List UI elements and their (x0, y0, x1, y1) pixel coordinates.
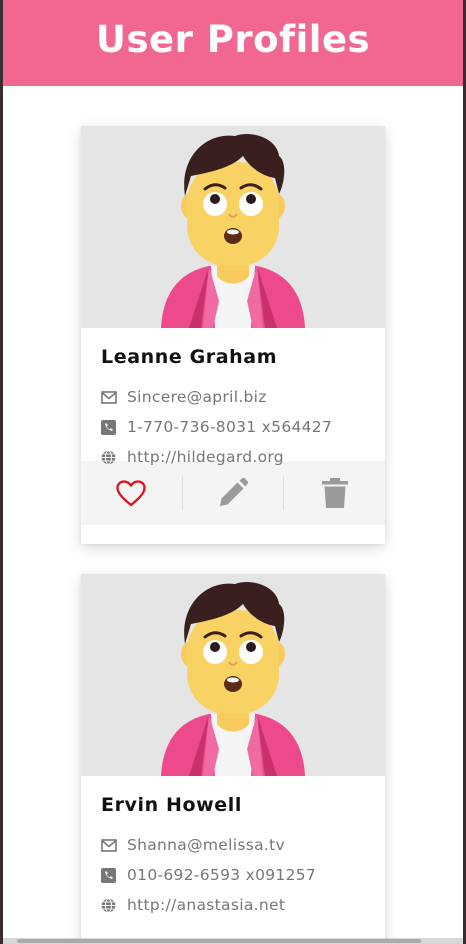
trash-icon (321, 478, 348, 508)
email-row: Sincere@april.biz (101, 382, 365, 412)
user-card: Ervin Howell Shanna@melissa.tv 010-692-6… (81, 574, 385, 944)
phone-icon (101, 419, 127, 435)
email-text[interactable]: Shanna@melissa.tv (127, 836, 285, 854)
page-viewport: User Profiles Leanne Graham Sincere@apri… (3, 0, 463, 944)
horizontal-scrollbar[interactable] (3, 938, 463, 944)
avatar (81, 574, 385, 776)
avatar-illustration (161, 134, 305, 328)
user-name: Ervin Howell (101, 794, 243, 816)
phone-text: 010-692-6593 x091257 (127, 866, 317, 884)
user-card: Leanne Graham Sincere@april.biz 1-770-73… (81, 126, 385, 544)
card-actions (81, 461, 385, 525)
avatar-illustration (161, 582, 305, 776)
email-row: Shanna@melissa.tv (101, 830, 365, 860)
app-header: User Profiles (3, 0, 463, 86)
globe-icon (101, 897, 127, 913)
phone-text: 1-770-736-8031 x564427 (127, 418, 333, 436)
envelope-icon (101, 838, 127, 852)
phone-row: 010-692-6593 x091257 (101, 860, 365, 890)
website-link[interactable]: http://anastasia.net (127, 896, 285, 914)
heart-icon (116, 479, 146, 506)
delete-button[interactable] (283, 476, 385, 510)
website-row: http://anastasia.net (101, 890, 365, 920)
avatar (81, 126, 385, 328)
edit-button[interactable] (181, 476, 284, 510)
pencil-icon (220, 478, 248, 506)
email-text[interactable]: Sincere@april.biz (127, 388, 267, 406)
like-button[interactable] (81, 476, 182, 510)
user-name: Leanne Graham (101, 346, 278, 368)
globe-icon (101, 449, 127, 465)
website-link[interactable]: http://hildegard.org (127, 448, 284, 466)
phone-row: 1-770-736-8031 x564427 (101, 412, 365, 442)
envelope-icon (101, 390, 127, 404)
phone-icon (101, 867, 127, 883)
scrollbar-thumb[interactable] (17, 939, 421, 943)
page-title: User Profiles (95, 18, 371, 61)
